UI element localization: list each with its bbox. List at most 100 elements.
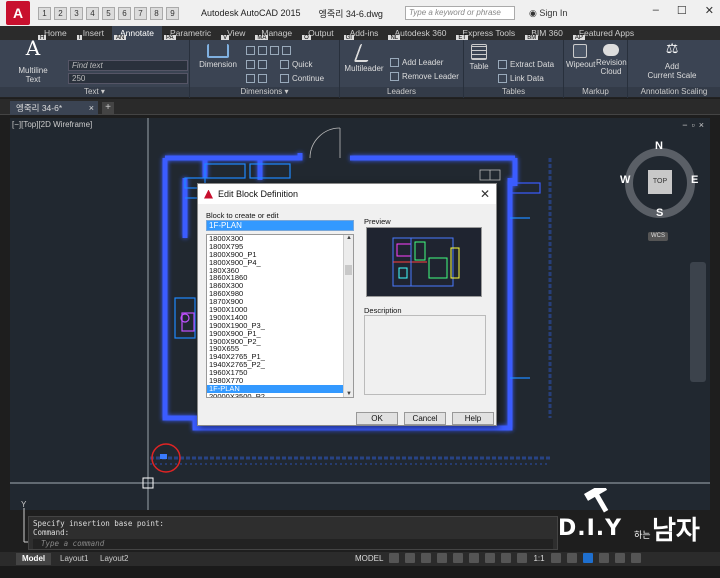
qa-button-3[interactable]: 3 — [70, 6, 83, 20]
find-text-input[interactable]: Find text — [68, 60, 188, 71]
wipeout-button[interactable]: Wipeout — [566, 44, 595, 69]
hardware-acceleration-icon[interactable] — [582, 553, 593, 563]
cancel-button[interactable]: Cancel — [404, 412, 446, 425]
grid-icon[interactable] — [389, 553, 400, 563]
link-data-button[interactable]: Link Data — [498, 74, 544, 83]
extract-data-button[interactable]: Extract Data — [498, 60, 554, 69]
block-list[interactable]: 1800X300 1800X795 1800X900_P1 1800X900_P4_ 1… — [206, 234, 354, 398]
tab-home[interactable]: Home H — [36, 26, 75, 42]
tab-featured-apps[interactable]: Featured Apps AP — [571, 26, 642, 42]
close-tab-icon[interactable]: × — [89, 101, 94, 115]
file-tab-active[interactable]: 엥죽리 34-6* × — [10, 101, 98, 115]
tab-layout2[interactable]: Layout2 — [94, 553, 134, 565]
snap-icon[interactable] — [405, 553, 416, 563]
qa-button-1[interactable]: 1 — [38, 6, 51, 20]
otrack-icon[interactable] — [469, 553, 480, 563]
compass-west[interactable]: W — [620, 174, 630, 186]
command-input[interactable]: Type a command — [33, 539, 553, 549]
quick-dim-button[interactable]: Quick — [280, 60, 312, 69]
dialog-close-icon[interactable]: ✕ — [480, 187, 490, 201]
panel-label[interactable]: Annotation Scaling — [628, 87, 720, 97]
qa-button-4[interactable]: 4 — [86, 6, 99, 20]
dim-style-row[interactable] — [246, 60, 267, 69]
annotation-visibility-icon[interactable] — [517, 553, 528, 563]
qa-button-7[interactable]: 7 — [134, 6, 147, 20]
qa-button-2[interactable]: 2 — [54, 6, 67, 20]
tab-autodesk-360[interactable]: Autodesk 360 NL — [386, 26, 454, 42]
tab-insert[interactable]: Insert I — [75, 26, 112, 42]
annotation-scale[interactable]: 1:1 — [533, 554, 544, 563]
panel-label[interactable]: Text ▾ — [0, 87, 189, 97]
scroll-up-icon[interactable]: ▲ — [344, 235, 353, 241]
panel-label[interactable]: Tables — [464, 87, 563, 97]
list-scrollbar[interactable]: ▲ ▼ — [343, 235, 353, 397]
scroll-thumb[interactable] — [345, 265, 352, 275]
continue-dim-icon — [280, 74, 289, 83]
qa-button-9[interactable]: 9 — [166, 6, 179, 20]
lineweight-icon[interactable] — [485, 553, 496, 563]
compass-east[interactable]: E — [691, 174, 698, 186]
close-icon[interactable]: ✕ — [705, 4, 714, 17]
text-height-field[interactable]: 250 — [68, 73, 188, 84]
workspace-gear-icon[interactable] — [550, 553, 561, 563]
tab-output[interactable]: Output O — [300, 26, 342, 42]
qa-button-6[interactable]: 6 — [118, 6, 131, 20]
dim-edit-row[interactable] — [246, 74, 267, 83]
tab-express-tools[interactable]: Express Tools ET — [454, 26, 523, 42]
tab-layout1[interactable]: Layout1 — [54, 553, 94, 565]
remove-leader-button[interactable]: Remove Leader — [390, 72, 459, 81]
clean-screen-icon[interactable] — [614, 553, 625, 563]
tab-add-ins[interactable]: Add-ins GI — [342, 26, 387, 42]
search-input[interactable]: Type a keyword or phrase — [404, 6, 515, 20]
tab-parametric[interactable]: Parametric PA — [162, 26, 219, 42]
tab-bim-360[interactable]: BIM 360 BM — [523, 26, 571, 42]
compass-south[interactable]: S — [656, 207, 663, 219]
new-tab-button[interactable]: + — [102, 102, 114, 114]
transparency-icon[interactable] — [501, 553, 512, 563]
revision-cloud-button[interactable]: Revision Cloud — [596, 44, 627, 76]
ortho-icon[interactable] — [421, 553, 432, 563]
tab-manage[interactable]: Manage MA — [253, 26, 300, 42]
multiline-text-button[interactable]: A Multiline Text — [14, 38, 52, 84]
wcs-menu[interactable]: WCS — [648, 232, 668, 241]
ok-button[interactable]: OK — [356, 412, 398, 425]
add-current-scale-button[interactable]: ⚖ Add Current Scale — [642, 41, 702, 80]
model-space-button[interactable]: MODEL — [355, 554, 383, 563]
block-list-item[interactable]: 20000X3500_P2 — [207, 392, 353, 397]
autocad-logo-icon[interactable]: A — [6, 1, 30, 25]
customization-menu-icon[interactable] — [630, 553, 641, 563]
app-title: Autodesk AutoCAD 2015 — [201, 8, 301, 18]
tab-annotate[interactable]: Annotate AN — [111, 26, 162, 42]
panel-label[interactable]: Dimensions ▾ — [190, 87, 339, 97]
dimension-button[interactable]: Dimension — [196, 44, 240, 69]
tab-label: Parametric — [169, 28, 212, 38]
add-leader-button[interactable]: Add Leader — [390, 58, 443, 67]
panel-label[interactable]: Leaders — [340, 87, 463, 97]
add-icon[interactable] — [566, 553, 577, 563]
minimize-icon[interactable]: – — [653, 4, 659, 17]
help-button[interactable]: Help — [452, 412, 494, 425]
button-label: Revision — [596, 58, 627, 67]
maximize-icon[interactable]: ☐ — [677, 4, 687, 17]
compass-north[interactable]: N — [655, 140, 663, 152]
viewcube-top-face[interactable]: TOP — [648, 170, 672, 194]
navigation-bar[interactable] — [690, 262, 706, 382]
table-button[interactable]: Table — [466, 44, 492, 71]
qa-button-8[interactable]: 8 — [150, 6, 163, 20]
osnap-icon[interactable] — [453, 553, 464, 563]
sign-in-button[interactable]: ◉ Sign In — [529, 8, 567, 19]
viewcube[interactable]: TOP N S W E WCS — [620, 140, 700, 241]
tab-view[interactable]: View V — [219, 26, 253, 42]
tab-model[interactable]: Model — [16, 553, 52, 565]
extract-data-icon — [498, 60, 507, 69]
continue-dim-button[interactable]: Continue — [280, 74, 324, 83]
polar-icon[interactable] — [437, 553, 448, 563]
qa-button-5[interactable]: 5 — [102, 6, 115, 20]
dim-tools-row[interactable] — [246, 46, 291, 55]
isolate-objects-icon[interactable] — [598, 553, 609, 563]
quick-dim-icon — [280, 60, 289, 69]
panel-label[interactable]: Markup — [564, 87, 627, 97]
block-name-input[interactable]: 1F-PLAN — [206, 220, 354, 231]
multileader-button[interactable]: Multileader — [342, 44, 386, 73]
scroll-down-icon[interactable]: ▼ — [344, 391, 353, 397]
